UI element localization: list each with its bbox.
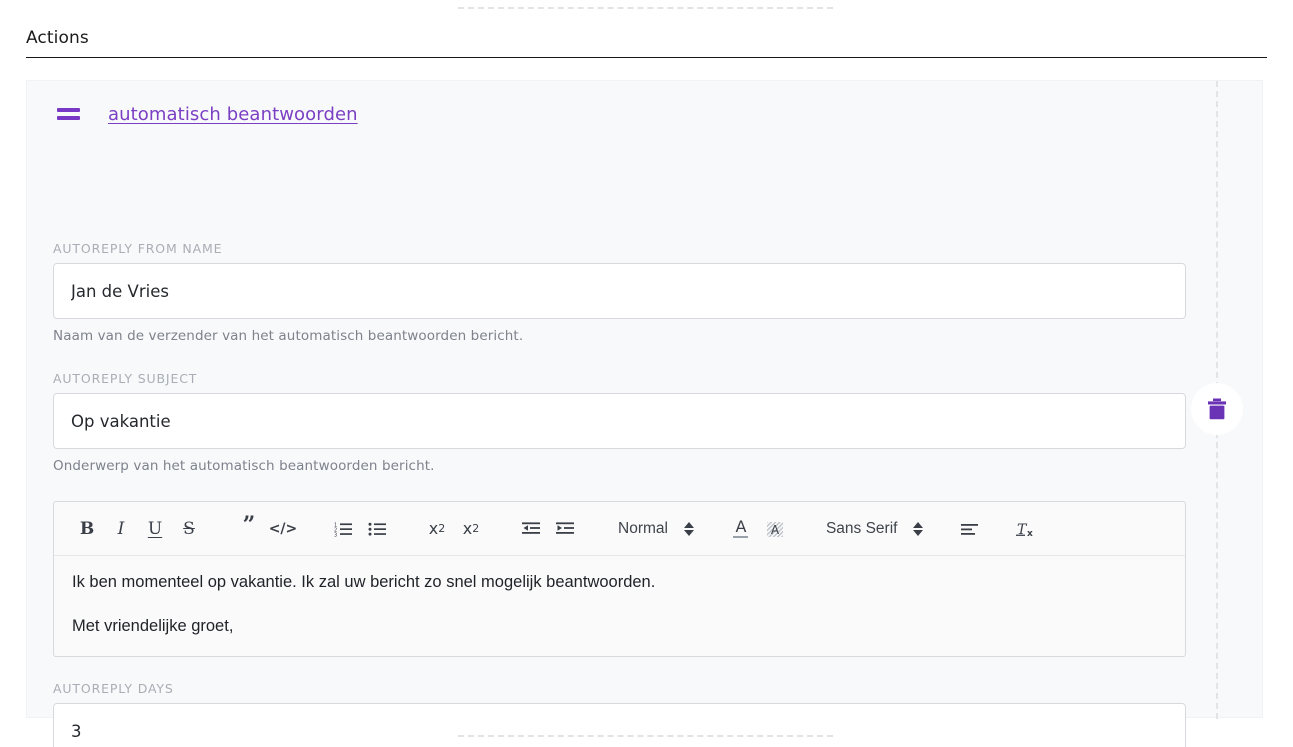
drop-indicator-top	[458, 7, 833, 9]
drag-handle-bar-2	[56, 116, 80, 120]
editor-content-area[interactable]: Ik ben momenteel op vakantie. Ik zal uw …	[53, 556, 1186, 657]
drop-indicator-bottom	[458, 735, 833, 737]
label-autoreply-days: AUTOREPLY DAYS	[53, 681, 174, 696]
trash-icon	[1208, 398, 1226, 420]
italic-icon[interactable]: I	[104, 512, 138, 546]
drag-handle-bar-1	[56, 108, 80, 112]
strikethrough-icon[interactable]: S	[172, 512, 206, 546]
toolbar-group-misc: T x	[953, 512, 1043, 546]
bold-icon[interactable]: B	[70, 512, 104, 546]
outdent-icon[interactable]	[514, 512, 548, 546]
indent-icon[interactable]	[548, 512, 582, 546]
svg-text:3: 3	[334, 532, 337, 537]
block-format-value: Normal	[618, 519, 668, 537]
toolbar-group-inline: B I U S	[70, 512, 206, 546]
delete-action-button[interactable]	[1191, 383, 1243, 435]
action-type-link[interactable]: automatisch beantwoorden	[108, 104, 358, 125]
label-autoreply-from-name: AUTOREPLY FROM NAME	[53, 241, 223, 256]
chevron-updown-icon-2	[913, 521, 924, 536]
font-color-letter: A	[735, 516, 747, 536]
align-icon[interactable]	[953, 512, 987, 546]
actions-section-header: Actions	[26, 26, 1267, 58]
superscript-icon[interactable]: x2	[454, 512, 488, 546]
background-color-icon[interactable]: A	[758, 512, 792, 546]
section-divider	[26, 57, 1267, 58]
block-format-picker[interactable]: Normal	[618, 512, 694, 546]
font-family-picker[interactable]: Sans Serif	[826, 512, 924, 546]
help-autoreply-from-name: Naam van de verzender van het automatisc…	[53, 328, 524, 344]
action-card: automatisch beantwoorden AUTOREPLY FROM …	[26, 80, 1263, 747]
chevron-updown-icon	[683, 521, 694, 536]
subscript-letter: x	[428, 519, 439, 538]
label-autoreply-subject: AUTOREPLY SUBJECT	[53, 371, 198, 386]
editor-paragraph-1: Ik ben momenteel op vakantie. Ik zal uw …	[72, 573, 656, 591]
bullet-list-icon[interactable]	[360, 512, 394, 546]
subscript-icon[interactable]: x2	[420, 512, 454, 546]
clear-formatting-icon[interactable]: T x	[1009, 512, 1043, 546]
code-block-icon[interactable]: </>	[266, 512, 300, 546]
subscript-index: 2	[438, 522, 446, 535]
font-family-value: Sans Serif	[825, 519, 898, 537]
superscript-index: 2	[472, 522, 480, 535]
underline-icon[interactable]: U	[138, 512, 172, 546]
svg-text:A: A	[771, 523, 780, 537]
field-autoreply-subject: AUTOREPLY SUBJECT Onderwerp van het auto…	[53, 371, 1186, 475]
editor-paragraph-2: Met vriendelijke groet,	[72, 616, 234, 635]
drag-handle-icon[interactable]	[53, 99, 83, 129]
page-root: Actions automatisch beantwoorden AUTOREP…	[0, 0, 1293, 747]
input-autoreply-subject[interactable]	[53, 393, 1186, 449]
input-autoreply-days[interactable]	[53, 703, 1186, 747]
toolbar-group-indent	[514, 512, 582, 546]
toolbar-group-color: A A	[724, 512, 792, 546]
editor-toolbar: B I U S ” </> 1 2 3 x 2 x 2 Normal A A S…	[53, 501, 1186, 556]
ordered-list-icon[interactable]: 1 2 3	[326, 512, 360, 546]
autoreply-body-editor: B I U S ” </> 1 2 3 x 2 x 2 Normal A A S…	[53, 501, 1186, 657]
superscript-letter: x	[462, 519, 473, 538]
action-card-header: automatisch beantwoorden	[27, 81, 1216, 147]
toolbar-group-script: x2 x2	[420, 512, 488, 546]
font-color-icon[interactable]: A	[724, 512, 758, 546]
blockquote-icon[interactable]: ”	[232, 512, 266, 546]
svg-text:x: x	[1027, 529, 1033, 539]
toolbar-group-block: ” </>	[232, 512, 300, 546]
field-autoreply-days: AUTOREPLY DAYS Aantal dagen tussen autom…	[53, 681, 1186, 747]
font-color-swatch	[733, 535, 749, 539]
help-autoreply-subject: Onderwerp van het automatisch beantwoord…	[53, 458, 435, 474]
input-autoreply-from-name[interactable]	[53, 263, 1186, 319]
field-autoreply-from-name: AUTOREPLY FROM NAME Naam van de verzende…	[53, 241, 1186, 345]
page-title: Actions	[26, 28, 89, 48]
toolbar-group-lists: 1 2 3	[326, 512, 394, 546]
